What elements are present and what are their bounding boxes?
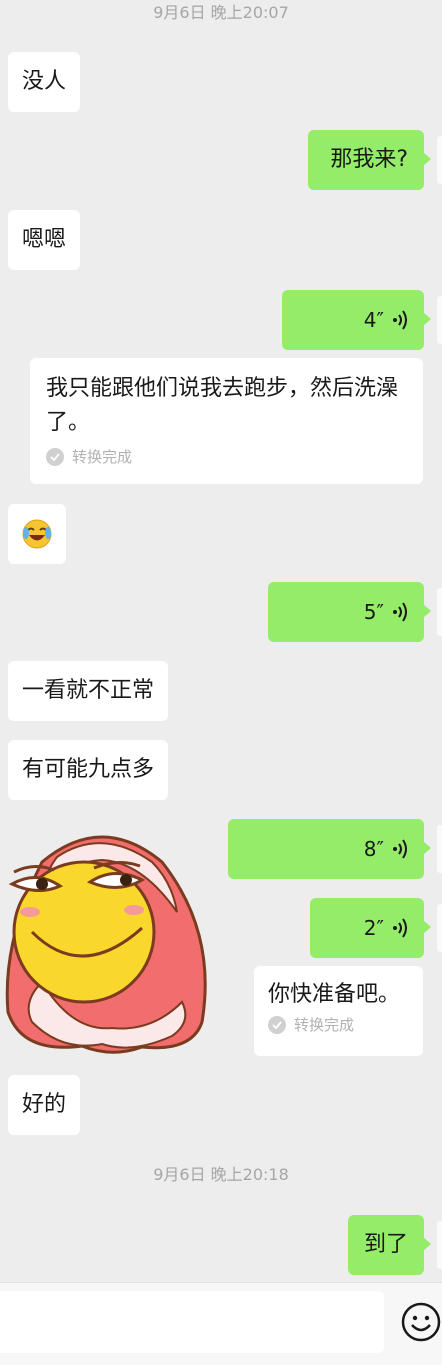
outgoing-message[interactable]: 到了 bbox=[348, 1215, 431, 1275]
outgoing-message[interactable]: 那我来? bbox=[308, 130, 431, 190]
transcript-status: 转换完成 bbox=[268, 1014, 409, 1035]
transcript-status-label: 转换完成 bbox=[72, 448, 133, 466]
voice-duration: 8″ bbox=[363, 837, 384, 861]
voice-message[interactable]: 5″ bbox=[268, 582, 431, 642]
timestamp: 9月6日 晚上20:18 bbox=[153, 1165, 289, 1184]
voice-transcript[interactable]: 我只能跟他们说我去跑步，然后洗澡了。 转换完成 bbox=[30, 358, 423, 484]
voice-wave-icon bbox=[393, 839, 407, 859]
transcript-text: 我只能跟他们说我去跑步，然后洗澡了。 bbox=[46, 376, 399, 435]
transcript-status-label: 转换完成 bbox=[294, 1016, 355, 1034]
input-bar bbox=[0, 1282, 442, 1365]
check-icon bbox=[46, 447, 64, 466]
voice-wave-icon bbox=[393, 918, 407, 938]
voice-message[interactable]: 4″ bbox=[282, 290, 431, 350]
voice-transcript[interactable]: 你快准备吧。 转换完成 bbox=[254, 966, 423, 1056]
voice-duration: 4″ bbox=[363, 308, 384, 332]
avatar[interactable] bbox=[437, 588, 442, 636]
avatar[interactable] bbox=[437, 904, 442, 952]
smirking-face-blanket-sticker-icon[interactable] bbox=[2, 822, 212, 1058]
avatar[interactable] bbox=[437, 1221, 442, 1269]
voice-duration: 2″ bbox=[363, 916, 384, 940]
incoming-message[interactable]: 一看就不正常 bbox=[8, 661, 169, 721]
avatar[interactable] bbox=[437, 825, 442, 873]
transcript-text: 你快准备吧。 bbox=[268, 982, 401, 1007]
transcript-status: 转换完成 bbox=[46, 446, 407, 467]
voice-wave-icon bbox=[393, 602, 407, 622]
avatar[interactable] bbox=[437, 136, 442, 184]
incoming-message[interactable]: 没人 bbox=[8, 52, 81, 112]
chat-window: 9月6日 晚上20:07 没人 那我来? 嗯嗯 4″ 我只能跟他们说我去跑步，然… bbox=[0, 0, 442, 1365]
check-icon bbox=[268, 1015, 286, 1034]
laughing-crying-emoji-icon bbox=[22, 519, 52, 549]
incoming-message[interactable]: 有可能九点多 bbox=[8, 740, 169, 800]
incoming-emoji-message[interactable] bbox=[8, 504, 66, 564]
incoming-message[interactable]: 嗯嗯 bbox=[8, 210, 81, 270]
voice-message[interactable]: 2″ bbox=[310, 898, 431, 958]
emoji-icon[interactable] bbox=[400, 1301, 442, 1343]
timestamp: 9月6日 晚上20:07 bbox=[153, 3, 289, 22]
incoming-message[interactable]: 好的 bbox=[8, 1075, 81, 1135]
avatar[interactable] bbox=[437, 296, 442, 344]
voice-message[interactable]: 8″ bbox=[228, 819, 431, 879]
voice-wave-icon bbox=[393, 310, 407, 330]
message-input[interactable] bbox=[0, 1291, 384, 1353]
voice-duration: 5″ bbox=[363, 600, 384, 624]
